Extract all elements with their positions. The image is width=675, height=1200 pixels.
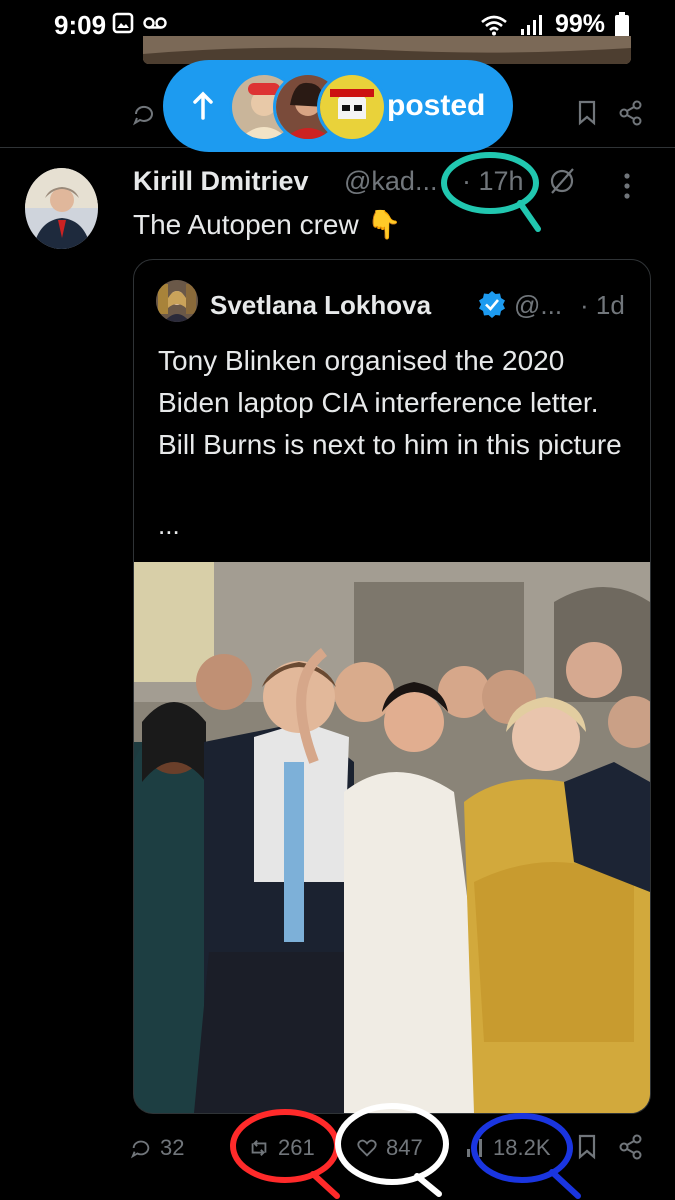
tweet-text: The Autopen crew 👇	[133, 209, 402, 240]
repost-icon	[251, 1140, 267, 1156]
reply-icon	[130, 1140, 150, 1159]
like-button[interactable]: 847	[356, 1120, 423, 1176]
quoted-tweet-ellipsis: ...	[158, 510, 180, 540]
tweet-time[interactable]: · 17h	[462, 166, 524, 197]
voicemail-icon	[143, 17, 167, 29]
author-avatar[interactable]	[25, 168, 98, 249]
reply-icon[interactable]	[132, 102, 156, 126]
quoted-author-avatar[interactable]	[156, 280, 198, 322]
quoted-author-name[interactable]: Svetlana Lokhova	[210, 290, 431, 321]
quoted-tweet-text: Tony Blinken organised the 2020 Biden la…	[158, 345, 622, 460]
quoted-author-handle[interactable]: @...	[514, 290, 562, 321]
views-icon	[467, 1139, 482, 1157]
share-icon[interactable]	[618, 100, 644, 126]
avatar	[317, 72, 387, 142]
status-icons-left	[112, 12, 168, 34]
heart-icon	[357, 1139, 377, 1157]
bookmark-icon[interactable]	[577, 100, 597, 126]
bookmark-icon[interactable]	[577, 1134, 597, 1160]
status-right: 99%	[479, 10, 629, 39]
status-time: 9:09	[54, 10, 107, 40]
signal-icon	[520, 14, 542, 35]
views-count: 18.2K	[493, 1135, 551, 1160]
quoted-tweet-photo[interactable]	[134, 562, 650, 1113]
views-button[interactable]: 18.2K	[465, 1120, 551, 1176]
tweet-actions: 32 261 847 18.2K	[0, 1120, 675, 1176]
pill-label: posted	[387, 89, 486, 122]
more-options-icon[interactable]	[622, 172, 632, 200]
verified-badge-icon	[479, 291, 505, 318]
reply-button[interactable]: 32	[130, 1120, 184, 1176]
quoted-tweet[interactable]: Svetlana Lokhova @... · 1d Tony Blinken …	[133, 259, 651, 1114]
battery-icon	[615, 11, 629, 38]
share-icon[interactable]	[618, 1134, 644, 1160]
arrow-up-icon	[193, 91, 213, 120]
author-name[interactable]: Kirill Dmitriev	[133, 166, 309, 197]
repost-button[interactable]: 261	[248, 1120, 315, 1176]
like-count: 847	[386, 1135, 423, 1160]
wifi-icon	[481, 15, 507, 35]
new-posts-pill[interactable]: posted	[163, 60, 513, 152]
reply-count: 32	[160, 1135, 185, 1160]
grok-icon[interactable]	[548, 166, 576, 196]
repost-count: 261	[278, 1135, 315, 1160]
author-handle[interactable]: @kad...	[344, 166, 437, 197]
quoted-tweet-time[interactable]: · 1d	[580, 290, 625, 321]
image-icon	[112, 12, 134, 34]
battery-percent: 99%	[554, 10, 605, 38]
pill-avatars	[229, 72, 387, 142]
